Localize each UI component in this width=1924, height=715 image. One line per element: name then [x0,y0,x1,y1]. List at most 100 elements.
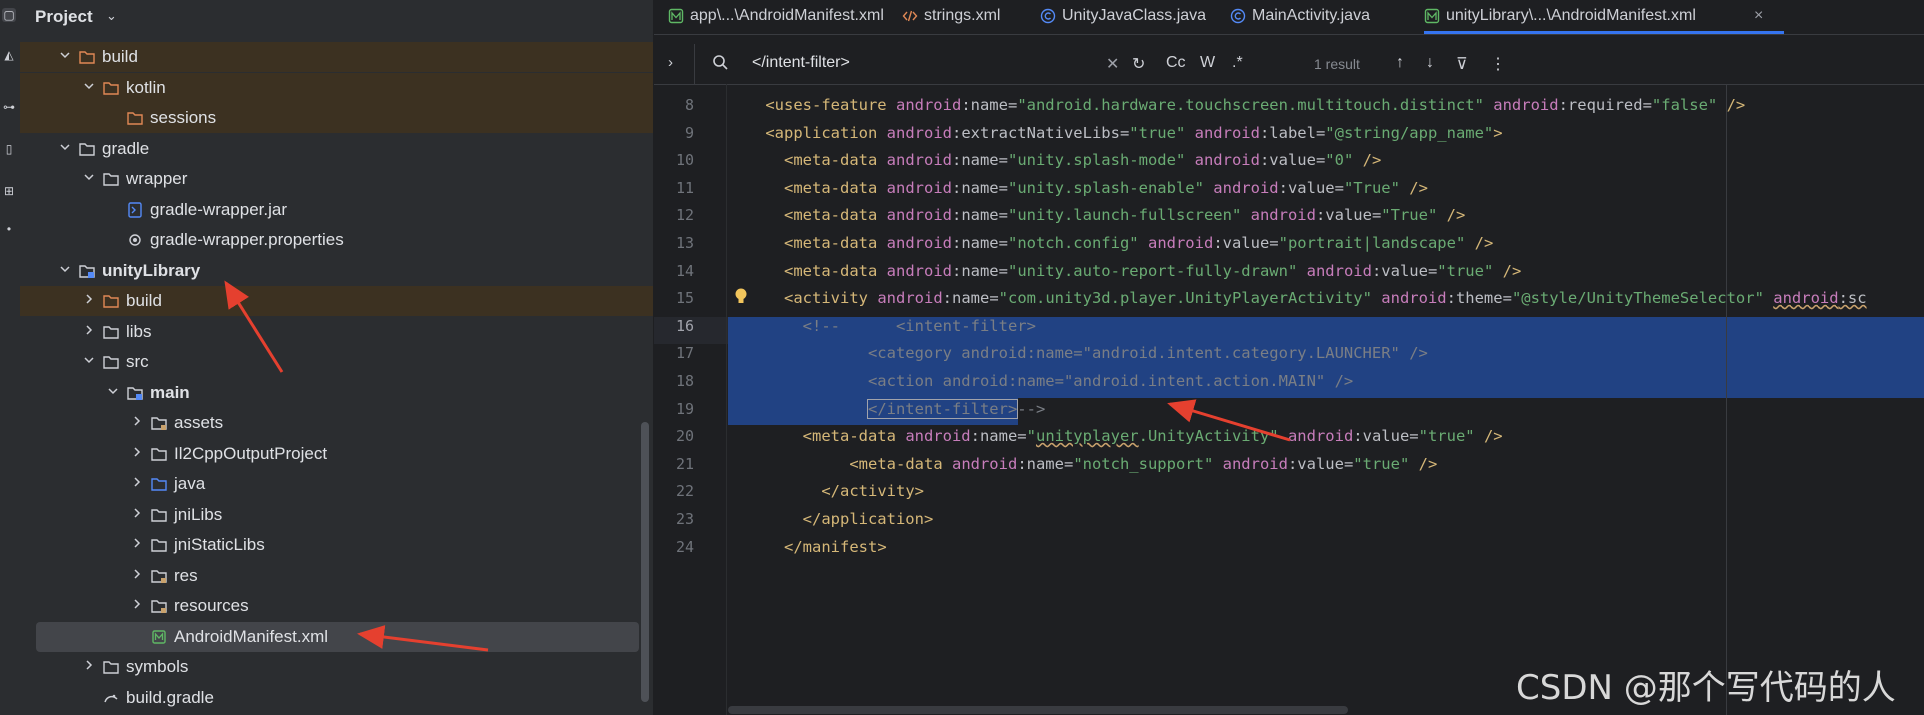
source-folder-icon [150,475,168,493]
chevron-right-icon[interactable] [130,597,144,611]
horizontal-scrollbar[interactable] [728,706,1348,714]
tree-item-label: Il2CppOutputProject [174,443,328,463]
chevron-right-icon[interactable] [130,414,144,428]
chevron-right-icon[interactable] [82,292,96,306]
build-variants-tool-icon[interactable]: ⊞ [2,184,16,198]
code-token: android [1773,289,1839,308]
code-token: " [1026,427,1036,446]
structure-tool-icon[interactable]: ⊶ [2,100,16,114]
tree-item-gradle[interactable]: gradle [20,134,653,164]
tree-item-jnistaticlibs[interactable]: jniStaticLibs [20,530,653,560]
tree-item-unitylibrary[interactable]: unityLibrary [20,256,653,286]
code-token: <meta-data [784,151,887,170]
code-line[interactable]: </intent-filter>--> [728,398,1045,427]
code-line[interactable]: <application android:extractNativeLibs="… [728,123,1502,151]
tree-item-symbols[interactable]: symbols [20,652,653,682]
chevron-down-icon[interactable]: ⌄ [106,8,117,24]
chevron-right-icon[interactable] [130,567,144,581]
tree-item-build[interactable]: build [20,42,653,72]
gutter-divider [726,84,727,715]
code-line[interactable]: <meta-data android:name="unityplayer.Uni… [728,427,1503,454]
code-line[interactable]: <meta-data android:name="unity.splash-en… [728,179,1428,206]
xml-icon [902,8,918,24]
chevron-down-icon[interactable] [58,140,72,154]
class-icon [1230,8,1246,24]
whole-words-button[interactable]: W [1200,54,1215,72]
code-token: :label= [1259,123,1326,142]
tree-item-jnilibs[interactable]: jniLibs [20,500,653,530]
tree-item-wrapper[interactable]: wrapper [20,164,653,194]
tab-app-androidmanifest-xml[interactable]: app\...\AndroidManifest.xml [668,0,888,34]
chevron-down-icon[interactable] [82,79,96,93]
clear-search-icon[interactable]: ✕ [1106,54,1119,74]
expand-replace-icon[interactable]: › [668,54,673,71]
code-line[interactable]: </manifest> [728,538,887,565]
project-title[interactable]: Project [35,7,93,27]
tree-item-assets[interactable]: assets [20,408,653,438]
tree-item-androidmanifest-xml[interactable]: AndroidManifest.xml [36,621,639,652]
code-line[interactable]: <activity android:name="com.unity3d.play… [728,289,1867,316]
code-line[interactable]: <meta-data android:name="unity.launch-fu… [728,206,1465,233]
code-line[interactable]: <!-- <intent-filter> [728,317,1036,344]
chevron-right-icon[interactable] [82,658,96,672]
code-line[interactable]: <meta-data android:name="notch_support" … [728,455,1437,482]
code-line[interactable]: <uses-feature android:name="android.hard… [728,96,1745,123]
chevron-right-icon[interactable] [130,445,144,459]
code-token: "true" [1129,123,1186,142]
code-line[interactable]: <meta-data android:name="unity.auto-repo… [728,262,1521,289]
chevron-down-icon[interactable] [82,353,96,367]
tree-item-kotlin[interactable]: kotlin [20,72,653,103]
more-options-icon[interactable]: ⋮ [1490,54,1506,74]
more-tools-icon[interactable]: • [2,222,16,236]
code-token: "unity.launch-fullscreen" [1007,206,1242,225]
chevron-right-icon[interactable] [82,323,96,337]
chevron-down-icon[interactable] [106,384,120,398]
code-line[interactable]: <category android:name="android.intent.c… [728,344,1428,371]
code-line[interactable]: <meta-data android:name="notch.config" a… [728,234,1493,261]
tree-item-il2cppoutputproject[interactable]: Il2CppOutputProject [20,439,653,469]
bookmarks-tool-icon[interactable]: ▯ [2,142,16,156]
tree-item-gradle-wrapper-properties[interactable]: gradle-wrapper.properties [20,225,653,255]
code-token: :extractNativeLibs= [951,123,1130,142]
code-line[interactable]: </application> [728,510,934,537]
tree-item-res[interactable]: res [20,561,653,591]
code-line[interactable]: <action android:name="android.intent.act… [728,372,1353,399]
chevron-down-icon[interactable] [82,170,96,184]
regex-button[interactable]: .* [1232,54,1243,72]
chevron-right-icon[interactable] [130,506,144,520]
chevron-down-icon[interactable] [58,48,72,62]
chevron-down-icon[interactable] [58,262,72,276]
project-tool-icon[interactable]: ▢ [2,8,16,22]
search-input[interactable] [752,52,1052,74]
tab-unitylibrary-androidmanifest-xml[interactable]: unityLibrary\...\AndroidManifest.xml × [1424,0,1784,34]
tree-item-main[interactable]: main [20,378,653,408]
next-occurrence-icon[interactable]: ↓ [1426,54,1434,72]
tree-item-java[interactable]: java [20,469,653,499]
chevron-right-icon[interactable] [130,536,144,550]
tree-item-build[interactable]: build [20,286,653,316]
tree-item-gradle-wrapper-jar[interactable]: gradle-wrapper.jar [20,195,653,225]
previous-occurrence-icon[interactable]: ↑ [1396,54,1404,72]
code-line[interactable]: </activity> [728,482,924,509]
history-icon[interactable]: ↻ [1132,54,1145,74]
filter-icon[interactable]: ⊽ [1456,54,1468,74]
close-icon[interactable]: × [1754,7,1763,25]
tree-item-libs[interactable]: libs [20,317,653,347]
code-token: .UnityActivity" [1138,427,1279,446]
project-scrollbar[interactable] [641,422,649,702]
code-token: :sc [1838,289,1867,308]
search-icon[interactable] [712,54,730,72]
commit-tool-icon[interactable]: ◭ [2,48,16,62]
tree-item-src[interactable]: src [20,347,653,377]
tab-mainactivity-java[interactable]: MainActivity.java [1230,0,1450,34]
code-line[interactable]: <meta-data android:name="unity.splash-mo… [728,151,1381,178]
code-token: android [886,261,952,280]
tree-item-resources[interactable]: resources [20,591,653,621]
chevron-right-icon[interactable] [130,475,144,489]
tree-item-sessions[interactable]: sessions [20,103,653,133]
tab-unityjavaclass-java[interactable]: UnityJavaClass.java [1040,0,1260,34]
code-token: android [1194,151,1260,170]
tree-item-build-gradle[interactable]: build.gradle [20,683,653,713]
match-case-button[interactable]: Cc [1166,54,1186,72]
